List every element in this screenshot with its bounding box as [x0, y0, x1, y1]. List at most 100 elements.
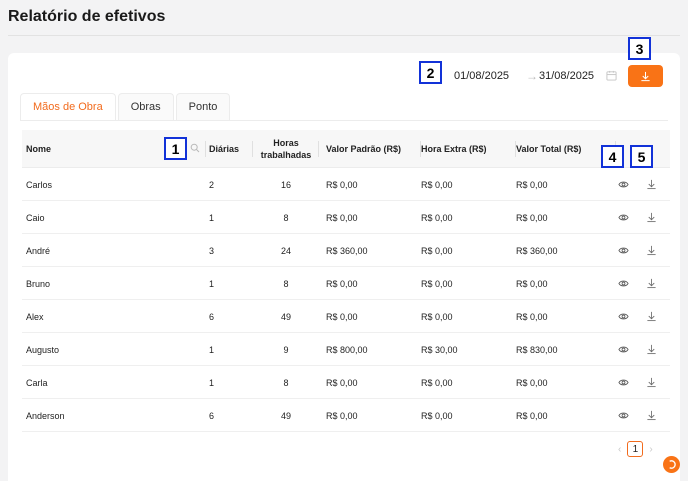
- download-icon-wrap[interactable]: [644, 277, 658, 291]
- view-icon-wrap[interactable]: [616, 277, 630, 291]
- download-row-button[interactable]: [644, 333, 658, 366]
- pagination-next-button[interactable]: ›: [649, 444, 652, 455]
- view-icon-wrap[interactable]: [616, 343, 630, 357]
- cell-standard: R$ 360,00: [326, 245, 368, 256]
- download-icon-wrap[interactable]: [644, 178, 658, 192]
- col-header-days-label: Diárias: [209, 144, 240, 154]
- download-row-button[interactable]: [644, 168, 658, 201]
- view-icon-wrap[interactable]: [616, 376, 630, 390]
- cell-overtime: R$ 30,00: [421, 344, 458, 355]
- date-start-input[interactable]: 01/08/2025: [454, 70, 509, 82]
- annotation-marker-1: 1: [164, 137, 187, 160]
- download-row-button[interactable]: [644, 300, 658, 333]
- date-end-input[interactable]: 31/08/2025: [539, 70, 594, 82]
- cell-overtime: R$ 0,00: [421, 311, 453, 322]
- cell-days: 2: [209, 179, 215, 190]
- download-icon-wrap[interactable]: [644, 310, 658, 324]
- download-icon-wrap[interactable]: [644, 409, 658, 423]
- view-icon-wrap[interactable]: [616, 244, 630, 258]
- cell-name: Anderson: [26, 410, 65, 421]
- tab-maos-de-obra[interactable]: Mãos de Obra: [20, 93, 116, 120]
- cell-days: 6: [209, 410, 215, 421]
- view-icon-wrap[interactable]: [616, 310, 630, 324]
- search-icon[interactable]: [190, 143, 200, 153]
- download-row-button[interactable]: [644, 201, 658, 234]
- col-header-days: Diárias: [209, 130, 253, 168]
- cell-standard: R$ 0,00: [326, 410, 358, 421]
- cell-overtime: R$ 0,00: [421, 278, 453, 289]
- cell-standard: R$ 0,00: [326, 179, 358, 190]
- view-row-button[interactable]: [616, 366, 630, 399]
- cell-standard: R$ 0,00: [326, 212, 358, 223]
- view-row-button[interactable]: [616, 201, 630, 234]
- cell-total: R$ 0,00: [516, 377, 548, 388]
- date-range-picker[interactable]: 01/08/2025 → 31/08/2025: [446, 62, 624, 90]
- col-separator: [318, 141, 319, 157]
- annotation-marker-3: 3: [628, 37, 651, 60]
- table-row: Carla 1 8 R$ 0,00 R$ 0,00 R$ 0,00: [22, 366, 670, 399]
- download-report-button[interactable]: [628, 65, 663, 87]
- view-row-button[interactable]: [616, 168, 630, 201]
- download-icon: [646, 278, 656, 289]
- pagination: ‹ 1 ›: [618, 441, 653, 457]
- download-icon: [646, 212, 656, 223]
- cell-hours: 8: [283, 278, 289, 289]
- annotation-marker-4: 4: [601, 145, 624, 168]
- cell-name: Augusto: [26, 344, 60, 355]
- eye-icon: [617, 214, 629, 221]
- table-row: Anderson 6 49 R$ 0,00 R$ 0,00 R$ 0,00: [22, 399, 670, 432]
- download-row-button[interactable]: [644, 267, 658, 300]
- table-row: Alex 6 49 R$ 0,00 R$ 0,00 R$ 0,00: [22, 300, 670, 333]
- title-divider: [8, 35, 680, 36]
- pagination-prev-button[interactable]: ‹: [618, 444, 621, 455]
- view-row-button[interactable]: [616, 300, 630, 333]
- table-row: André 3 24 R$ 360,00 R$ 0,00 R$ 360,00: [22, 234, 670, 267]
- download-row-button[interactable]: [644, 399, 658, 432]
- cell-standard: R$ 800,00: [326, 344, 368, 355]
- download-icon-wrap[interactable]: [644, 244, 658, 258]
- download-icon-wrap[interactable]: [644, 343, 658, 357]
- view-row-button[interactable]: [616, 399, 630, 432]
- cell-hours: 24: [280, 245, 291, 256]
- pagination-page-1[interactable]: 1: [627, 441, 644, 457]
- cell-total: R$ 0,00: [516, 311, 548, 322]
- report-card: 01/08/2025 → 31/08/2025 Mãos de Obra Obr…: [8, 53, 680, 481]
- table-row: Bruno 1 8 R$ 0,00 R$ 0,00 R$ 0,00: [22, 267, 670, 300]
- annotation-marker-5: 5: [630, 145, 653, 168]
- view-row-button[interactable]: [616, 267, 630, 300]
- cell-total: R$ 0,00: [516, 179, 548, 190]
- help-icon: [669, 460, 676, 469]
- cell-total: R$ 0,00: [516, 410, 548, 421]
- calendar-icon[interactable]: [606, 70, 617, 81]
- view-icon-wrap[interactable]: [616, 178, 630, 192]
- page-title: Relatório de efetivos: [8, 8, 166, 25]
- view-row-button[interactable]: [616, 333, 630, 366]
- view-row-button[interactable]: [616, 234, 630, 267]
- cell-hours: 49: [280, 410, 291, 421]
- eye-icon: [617, 181, 629, 188]
- view-icon-wrap[interactable]: [616, 409, 630, 423]
- workers-table: Nome Diárias Horas trabalhadas Valor Pad…: [22, 130, 670, 432]
- table-row: Carlos 2 16 R$ 0,00 R$ 0,00 R$ 0,00: [22, 168, 670, 201]
- download-icon: [641, 71, 650, 81]
- cell-name: Bruno: [26, 278, 51, 289]
- col-header-overtime-label: Hora Extra (R$): [421, 144, 487, 154]
- download-row-button[interactable]: [644, 234, 658, 267]
- cell-name: André: [26, 245, 51, 256]
- date-range-arrow: →: [526, 69, 538, 83]
- col-header-hours: Horas trabalhadas: [253, 130, 319, 168]
- eye-icon: [617, 280, 629, 287]
- cell-days: 1: [209, 344, 215, 355]
- tab-obras[interactable]: Obras: [117, 93, 174, 120]
- download-icon-wrap[interactable]: [644, 376, 658, 390]
- cell-days: 1: [209, 278, 215, 289]
- cell-standard: R$ 0,00: [326, 311, 358, 322]
- cell-overtime: R$ 0,00: [421, 410, 453, 421]
- cell-days: 1: [209, 377, 215, 388]
- download-row-button[interactable]: [644, 366, 658, 399]
- download-icon-wrap[interactable]: [644, 211, 658, 225]
- tab-ponto[interactable]: Ponto: [175, 93, 231, 120]
- view-icon-wrap[interactable]: [616, 211, 630, 225]
- cell-days: 6: [209, 311, 215, 322]
- help-button[interactable]: [663, 456, 680, 473]
